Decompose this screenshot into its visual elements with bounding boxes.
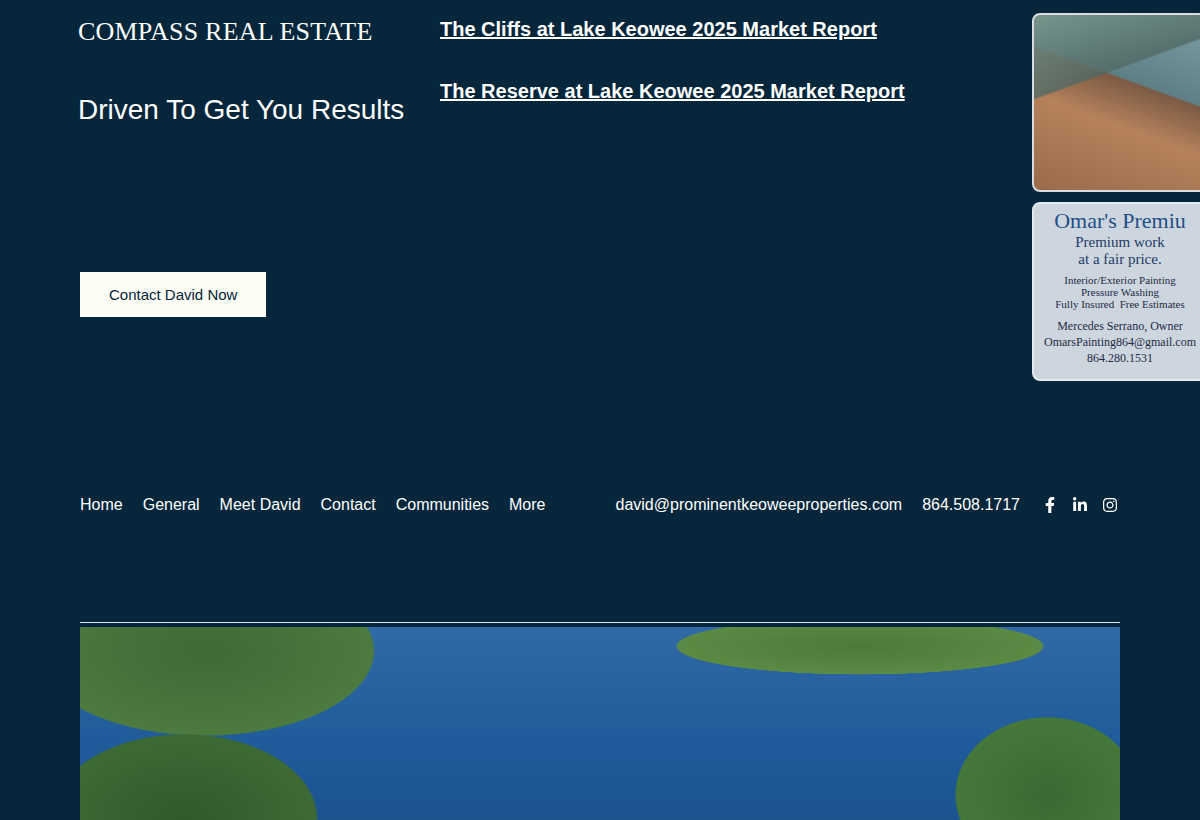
ad-phone: 864.280.1531	[1044, 350, 1196, 366]
nav-item[interactable]: Meet David	[220, 496, 301, 514]
ad-contact: Mercedes Serrano, OwnerOmarsPainting864@…	[1044, 318, 1196, 366]
email-link[interactable]: david@prominentkeoweeproperties.com	[616, 496, 903, 514]
ad-services: Interior/Exterior PaintingPressure Washi…	[1055, 274, 1185, 310]
report-link[interactable]: The Reserve at Lake Keowee 2025 Market R…	[440, 77, 905, 105]
ad-email: OmarsPainting864@gmail.com	[1044, 334, 1196, 350]
linkedin-icon[interactable]	[1072, 497, 1088, 513]
ad-slogan: Premium work	[1075, 234, 1165, 251]
ad-title: Omar's Premiu	[1054, 208, 1186, 234]
ad-service: Fully Insured Free Estimates	[1055, 298, 1185, 310]
divider	[80, 622, 1120, 623]
nav-item[interactable]: General	[143, 496, 200, 514]
linkedin-link[interactable]	[1072, 497, 1088, 513]
nav-menu: Home General Meet David Contact Communities M…	[80, 496, 545, 514]
page: COMPASS REAL ESTATE Driven To Get You Res…	[0, 0, 1200, 820]
instagram-icon[interactable]	[1102, 497, 1118, 513]
header-section: COMPASS REAL ESTATE Driven To Get You Res…	[0, 0, 1200, 480]
header-main: COMPASS REAL ESTATE Driven To Get You Res…	[0, 0, 1032, 480]
instagram-link[interactable]	[1102, 497, 1118, 513]
painting-ad[interactable]: Omar's PremiuPremium workat a fair price…	[1032, 202, 1200, 381]
nav-item[interactable]: Communities	[396, 496, 489, 514]
lake-lifestyle-ad[interactable]	[1032, 13, 1200, 192]
nav-item[interactable]: Contact	[321, 496, 376, 514]
report-link[interactable]: The Cliffs at Lake Keowee 2025 Market Re…	[440, 15, 877, 43]
phone-link[interactable]: 864.508.1717	[922, 496, 1020, 514]
ad-service: Interior/Exterior Painting	[1055, 274, 1185, 286]
contact-info: david@prominentkeoweeproperties.com 864.5…	[616, 496, 1118, 514]
nav-bar: Home General Meet David Contact Communities M…	[0, 480, 1200, 530]
nav-item[interactable]: More	[509, 496, 545, 514]
ad-owner: Mercedes Serrano, Owner	[1044, 318, 1196, 334]
social-links	[1042, 497, 1118, 513]
brand-column: COMPASS REAL ESTATE Driven To Get You Res…	[78, 0, 440, 480]
hero-photo	[80, 627, 1120, 820]
ad-slogan: at a fair price.	[1078, 251, 1161, 268]
ads-column: Omar's PremiuPremium workat a fair price…	[1032, 0, 1200, 480]
logo[interactable]: COMPASS REAL ESTATE	[78, 17, 373, 47]
contact-button[interactable]: Contact David Now	[80, 272, 266, 317]
tagline: Driven To Get You Results	[78, 93, 404, 127]
facebook-icon[interactable]	[1042, 497, 1058, 513]
nav-item[interactable]: Home	[80, 496, 123, 514]
report-links: The Cliffs at Lake Keowee 2025 Market Re…	[440, 0, 1032, 480]
ad-service: Pressure Washing	[1055, 286, 1185, 298]
facebook-link[interactable]	[1042, 497, 1058, 513]
